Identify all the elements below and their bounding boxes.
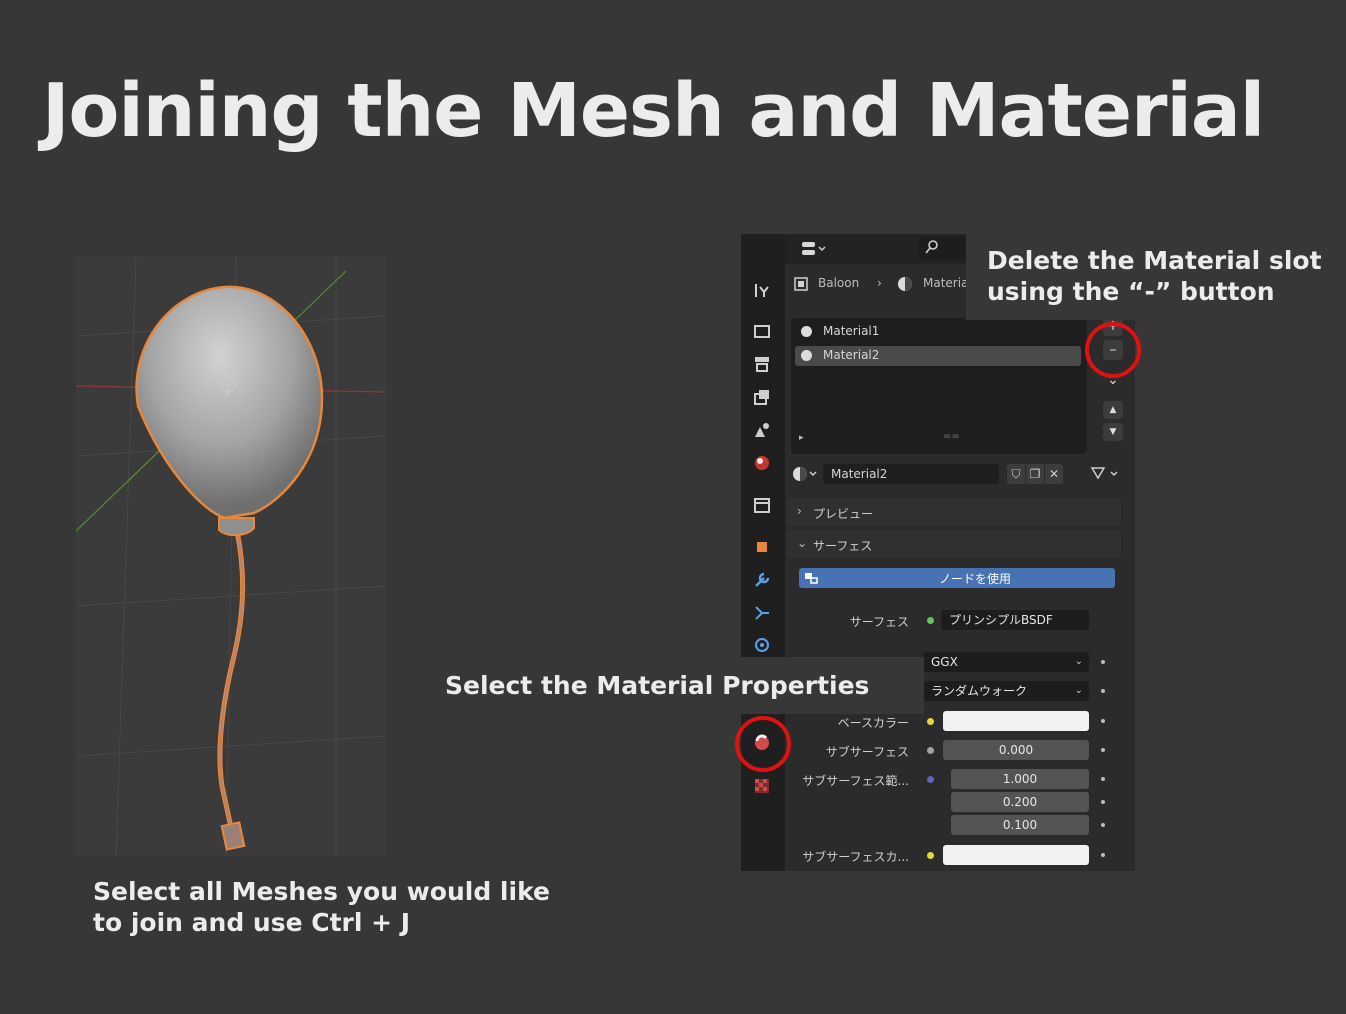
keyframe-dot-icon[interactable] <box>1101 853 1105 857</box>
properties-editor[interactable]: Baloon › Materia Material1 Material2 ▸ =… <box>741 234 1135 871</box>
editor-type-icon[interactable] <box>801 240 831 258</box>
material-slot-list[interactable]: Material1 Material2 ▸ == <box>791 318 1087 454</box>
texture-tab-icon[interactable] <box>751 775 773 797</box>
subsurface-label: サブサーフェス <box>825 745 909 759</box>
subsurface-color-swatch[interactable] <box>943 845 1089 865</box>
material-sphere-icon <box>801 326 812 337</box>
keyframe-dot-icon[interactable] <box>1101 823 1105 827</box>
surface-shader-field[interactable]: プリンシプルBSDF <box>941 610 1089 630</box>
list-item[interactable]: Material2 <box>795 346 1081 366</box>
color-socket-icon <box>927 852 934 859</box>
keyframe-dot-icon[interactable] <box>1101 777 1105 781</box>
chevron-down-icon: ⌄ <box>1074 685 1083 696</box>
unlink-material-icon[interactable]: ✕ <box>1045 464 1063 484</box>
keyframe-dot-icon[interactable] <box>1101 800 1105 804</box>
subsurface-radius-y[interactable]: 0.200 <box>951 792 1089 812</box>
breadcrumb-object: Baloon <box>818 276 860 290</box>
physics-tab-icon[interactable] <box>751 634 773 656</box>
subsurface-color-label: サブサーフェスカ... <box>802 850 909 864</box>
subsurface-method-select[interactable]: ランダムウォーク ⌄ <box>923 681 1089 701</box>
value-socket-icon <box>927 747 934 754</box>
render-tab-icon[interactable] <box>751 320 773 342</box>
move-down-button[interactable]: ▼ <box>1103 423 1123 441</box>
use-nodes-button[interactable]: ノードを使用 <box>799 568 1115 588</box>
balloon-scene <box>75 255 387 857</box>
color-socket-icon <box>927 718 934 725</box>
breadcrumb: Baloon › Materia <box>785 272 985 296</box>
search-icon <box>925 240 938 254</box>
material-datablock-row: Material2 ⛉ ❐ ✕ <box>785 462 1135 486</box>
object-icon <box>794 277 808 291</box>
material-name-field[interactable]: Material2 <box>823 464 999 484</box>
chevron-right-icon: › <box>877 276 882 290</box>
expand-icon[interactable]: ▸ <box>799 433 804 443</box>
world-tab-icon[interactable] <box>751 452 773 474</box>
collection-tab-icon[interactable] <box>751 494 773 516</box>
shader-socket-icon <box>927 617 934 624</box>
material-browse-icon[interactable] <box>791 465 819 483</box>
chevron-down-icon: ⌄ <box>1074 656 1083 667</box>
highlight-remove-button <box>1085 322 1141 378</box>
chevron-right-icon: › <box>797 504 802 518</box>
chevron-down-icon: ⌄ <box>797 536 808 550</box>
subsurface-radius-x[interactable]: 1.000 <box>951 769 1089 789</box>
base-color-swatch[interactable] <box>943 711 1089 731</box>
resize-handle-icon[interactable]: == <box>943 431 960 442</box>
base-color-label: ベースカラー <box>837 716 909 730</box>
modifier-tab-icon[interactable] <box>751 569 773 591</box>
view-layer-tab-icon[interactable] <box>751 386 773 408</box>
particles-tab-icon[interactable] <box>751 602 773 624</box>
subsurface-radius-label: サブサーフェス範... <box>802 774 909 788</box>
keyframe-dot-icon[interactable] <box>1101 748 1105 752</box>
move-up-button[interactable]: ▲ <box>1103 401 1123 419</box>
object-tab-icon[interactable] <box>751 536 773 558</box>
link-mode-icon[interactable] <box>1089 465 1123 483</box>
nodes-icon <box>805 573 818 584</box>
surface-label: サーフェス <box>849 615 909 629</box>
duplicate-material-icon[interactable]: ❐ <box>1026 464 1044 484</box>
surface-section-header[interactable]: ⌄ サーフェス <box>787 530 1121 558</box>
caption-delete-slot: Delete the Material slot using the “-” b… <box>987 246 1322 306</box>
keyframe-dot-icon[interactable] <box>1101 660 1105 664</box>
output-tab-icon[interactable] <box>751 353 773 375</box>
caption-join-meshes: Select all Meshes you would like to join… <box>93 877 550 937</box>
subsurface-radius-z[interactable]: 0.100 <box>951 815 1089 835</box>
list-item[interactable]: Material1 <box>795 322 1081 342</box>
balloon-body <box>135 285 324 520</box>
distribution-select[interactable]: GGX ⌄ <box>923 652 1089 672</box>
material-properties: Baloon › Materia Material1 Material2 ▸ =… <box>785 234 1135 871</box>
caption-select-material: Select the Material Properties <box>445 671 870 700</box>
keyframe-dot-icon[interactable] <box>1101 689 1105 693</box>
material-icon <box>898 277 912 291</box>
material-sphere-icon <box>801 350 812 361</box>
slide-title: Joining the Mesh and Material <box>42 68 1265 154</box>
fake-user-shield-icon[interactable]: ⛉ <box>1007 464 1025 484</box>
subsurface-value-field[interactable]: 0.000 <box>943 740 1089 760</box>
scene-tab-icon[interactable] <box>751 419 773 441</box>
tool-tab-icon[interactable] <box>751 279 773 301</box>
preview-section-header[interactable]: › プレビュー <box>787 498 1121 526</box>
highlight-material-tab <box>735 716 791 772</box>
3d-viewport[interactable] <box>75 255 387 857</box>
breadcrumb-material: Materia <box>923 276 969 290</box>
vector-socket-icon <box>927 776 934 783</box>
keyframe-dot-icon[interactable] <box>1101 719 1105 723</box>
properties-tab-bar <box>741 234 785 871</box>
